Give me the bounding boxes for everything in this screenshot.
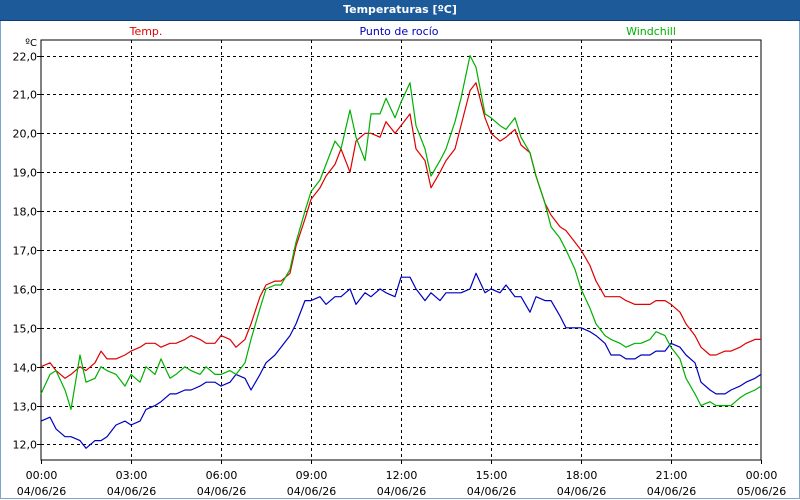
x-tick-time-label: 09:00	[296, 469, 328, 482]
x-tick-time-label: 18:00	[566, 469, 598, 482]
x-tick-time-label: 06:00	[206, 469, 238, 482]
legend-label-temp: Temp.	[129, 25, 163, 38]
x-tick-time-label: 03:00	[116, 469, 148, 482]
x-tick-date-label: 04/06/26	[647, 485, 696, 498]
x-tick-date-label: 04/06/26	[557, 485, 606, 498]
y-tick-label: 18,0	[13, 206, 38, 219]
x-tick-date-label: 04/06/26	[287, 485, 336, 498]
x-tick-date-label: 04/06/26	[377, 485, 426, 498]
x-tick-time-label: 15:00	[476, 469, 508, 482]
x-tick-date-label: 04/06/26	[197, 485, 246, 498]
x-tick-time-label: 00:00	[26, 469, 58, 482]
x-tick-date-label: 04/06/26	[107, 485, 156, 498]
x-tick-date-label: 04/06/26	[17, 485, 66, 498]
y-tick-label: 19,0	[13, 167, 38, 180]
x-tick-date-label: 04/06/26	[467, 485, 516, 498]
x-tick-time-label: 21:00	[656, 469, 688, 482]
legend-label-dewpoint: Punto de rocío	[359, 25, 438, 38]
y-tick-label: 22,0	[13, 51, 38, 64]
y-unit-label: ºC	[25, 38, 37, 49]
y-tick-label: 21,0	[13, 89, 38, 102]
y-tick-label: 13,0	[13, 401, 38, 414]
y-tick-label: 15,0	[13, 323, 38, 336]
legend-label-windchill: Windchill	[626, 25, 676, 38]
y-tick-label: 14,0	[13, 362, 38, 375]
x-tick-time-label: 12:00	[386, 469, 418, 482]
temperature-chart: 12,0 13,0 14,0 15,0 16,0 17,0 18,0 19,0 20,0 21,0…	[13, 25, 787, 498]
x-tick-time-label: 00:00	[746, 469, 778, 482]
y-tick-label: 20,0	[13, 128, 38, 141]
x-tick-date-label: 05/06/26	[737, 485, 786, 498]
y-tick-label: 12,0	[13, 439, 38, 452]
y-tick-label: 17,0	[13, 245, 38, 258]
y-tick-label: 16,0	[13, 284, 38, 297]
